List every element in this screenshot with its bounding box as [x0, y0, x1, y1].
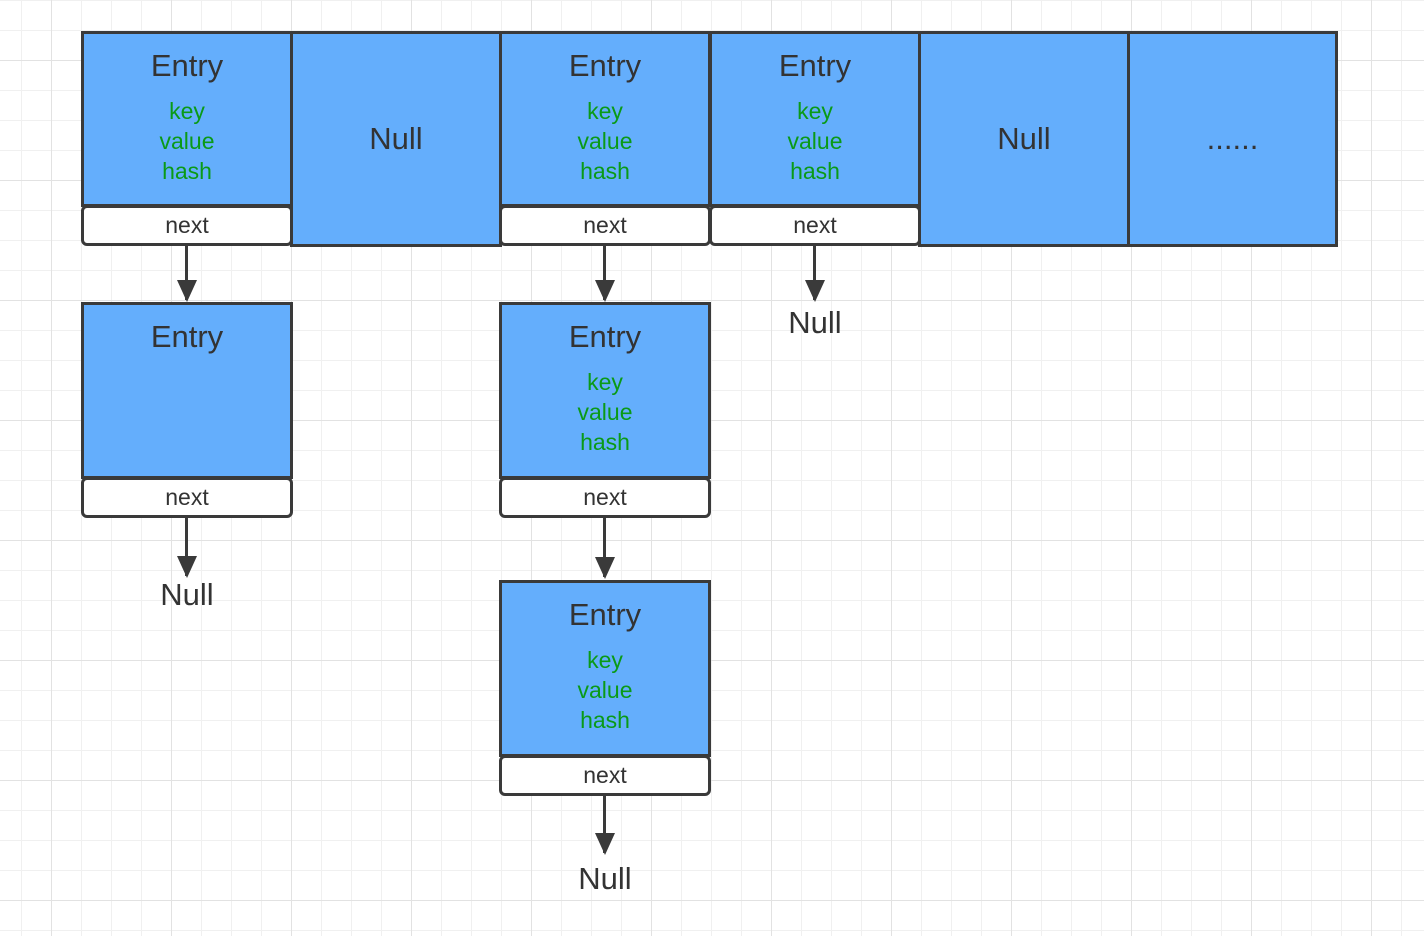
chain-2-entry-1: Entry key value hash	[499, 302, 711, 479]
chain-0-entry-1: Entry	[81, 302, 293, 479]
arrow-down-icon	[804, 246, 825, 302]
entry-title: Entry	[150, 48, 224, 83]
chain-2-entry-2: Entry key value hash	[499, 580, 711, 757]
arrow-down-icon	[594, 246, 615, 302]
null-label: Null	[788, 305, 842, 340]
value-field: value	[787, 128, 843, 154]
entry-title: Entry	[150, 319, 224, 354]
next-pointer: next	[499, 477, 711, 518]
null-label: Null	[369, 121, 423, 156]
next-pointer: next	[499, 755, 711, 796]
bucket-4-null: Null	[918, 31, 1130, 247]
key-field: key	[587, 369, 623, 395]
hash-field: hash	[162, 158, 212, 184]
null-label: Null	[160, 577, 214, 612]
key-field: key	[587, 647, 623, 673]
bucket-2-entry: Entry key value hash	[499, 31, 711, 207]
next-pointer: next	[709, 205, 921, 246]
bucket-1-null: Null	[290, 31, 502, 247]
hash-field: hash	[580, 707, 630, 733]
entry-title: Entry	[778, 48, 852, 83]
next-pointer: next	[81, 477, 293, 518]
next-pointer: next	[81, 205, 293, 246]
ellipsis-label: ......	[1206, 121, 1259, 156]
entry-title: Entry	[568, 48, 642, 83]
null-label: Null	[997, 121, 1051, 156]
bucket-3-entry: Entry key value hash	[709, 31, 921, 207]
value-field: value	[577, 399, 633, 425]
key-field: key	[797, 98, 833, 124]
null-label: Null	[578, 861, 632, 896]
bucket-0-entry: Entry key value hash	[81, 31, 293, 207]
arrow-down-icon	[594, 518, 615, 579]
hash-field: hash	[580, 158, 630, 184]
key-field: key	[587, 98, 623, 124]
value-field: value	[577, 677, 633, 703]
hash-field: hash	[580, 429, 630, 455]
arrow-down-icon	[594, 796, 615, 855]
bucket-more: ......	[1127, 31, 1338, 247]
arrow-down-icon	[176, 518, 197, 578]
entry-title: Entry	[568, 597, 642, 632]
hash-field: hash	[790, 158, 840, 184]
value-field: value	[577, 128, 633, 154]
entry-title: Entry	[568, 319, 642, 354]
next-pointer: next	[499, 205, 711, 246]
key-field: key	[169, 98, 205, 124]
arrow-down-icon	[176, 246, 197, 302]
value-field: value	[159, 128, 215, 154]
